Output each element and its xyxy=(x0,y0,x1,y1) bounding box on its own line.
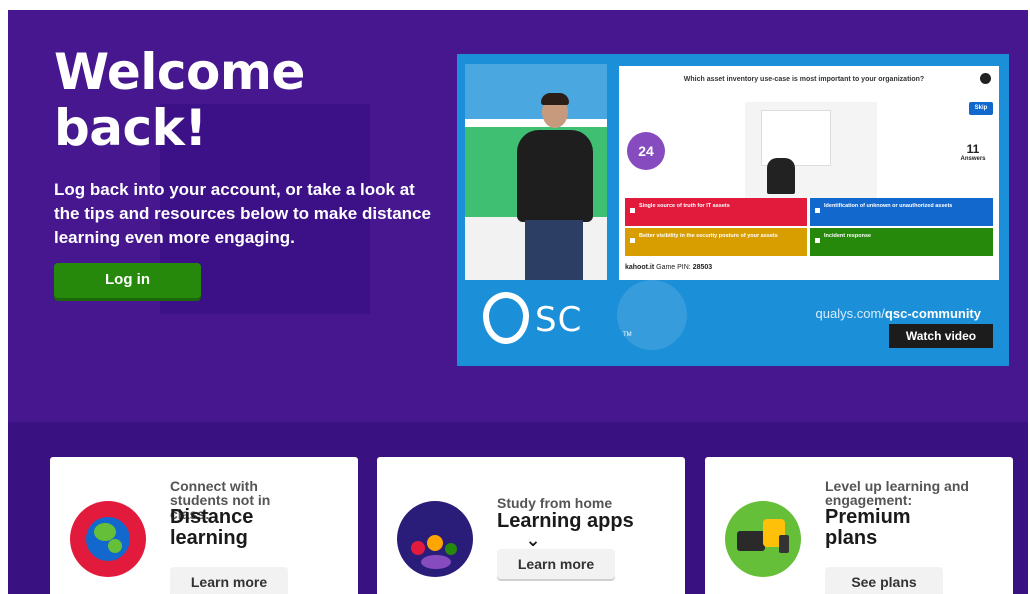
learn-more-button[interactable]: Learn more xyxy=(170,567,288,594)
page: Welcome back! Log back into your account… xyxy=(8,10,1028,594)
quiz-timer: 24 xyxy=(627,132,665,170)
answer-option-green: Incident response xyxy=(810,228,993,256)
page-title: Welcome back! xyxy=(54,43,305,157)
skip-button: Skip xyxy=(969,102,993,115)
game-pin: kahoot.it Game PIN: 28503 xyxy=(625,264,713,271)
hero-subtitle: Log back into your account, or take a lo… xyxy=(54,180,431,247)
answer-option-red: Single source of truth for IT assets xyxy=(625,198,807,226)
video-decoration xyxy=(617,280,687,350)
card-distance-learning[interactable]: Connect with students not in class: Dist… xyxy=(50,457,358,594)
card-premium-plans[interactable]: Level up learning and engagement: Premiu… xyxy=(705,457,1013,594)
video-player[interactable]: Which asset inventory use-case is most i… xyxy=(457,54,1009,366)
resources-band: Connect with students not in class: Dist… xyxy=(8,422,1028,594)
trophy-icon xyxy=(725,501,801,577)
answer-option-yellow: Better visibility in the security postur… xyxy=(625,228,807,256)
video-url: qualys.com/qsc-community xyxy=(815,306,981,321)
answer-option-blue: Identification of unknown or unauthorize… xyxy=(810,198,993,226)
globe-icon xyxy=(70,501,146,577)
watch-video-button[interactable]: Watch video xyxy=(889,324,993,348)
quiz-screen: Which asset inventory use-case is most i… xyxy=(619,66,999,280)
presenter-image xyxy=(465,64,607,280)
card-title: Premium plans xyxy=(825,506,911,549)
card-title: Distance learning xyxy=(170,506,254,549)
card-title: Learning apps xyxy=(497,510,634,532)
close-icon xyxy=(980,73,991,84)
quiz-image xyxy=(745,102,877,198)
hero-section: Welcome back! Log back into your account… xyxy=(8,10,1028,422)
see-plans-button[interactable]: See plans xyxy=(825,567,943,594)
quiz-question: Which asset inventory use-case is most i… xyxy=(683,76,925,83)
card-kicker: Level up learning and engagement: xyxy=(825,478,969,508)
trademark: TM xyxy=(623,332,632,338)
card-learning-apps[interactable]: Study from home Learning apps Learn more xyxy=(377,457,685,594)
apps-icon xyxy=(397,501,473,577)
learn-more-button[interactable]: Learn more xyxy=(497,549,615,579)
card-kicker: Study from home xyxy=(497,495,613,511)
chevron-down-icon[interactable]: ⌄ xyxy=(518,530,548,552)
answers-counter: 11 Answers xyxy=(960,142,986,162)
qsc-logo-icon xyxy=(483,292,529,344)
qsc-logo-text: SC xyxy=(535,300,583,340)
login-button[interactable]: Log in xyxy=(54,263,201,298)
